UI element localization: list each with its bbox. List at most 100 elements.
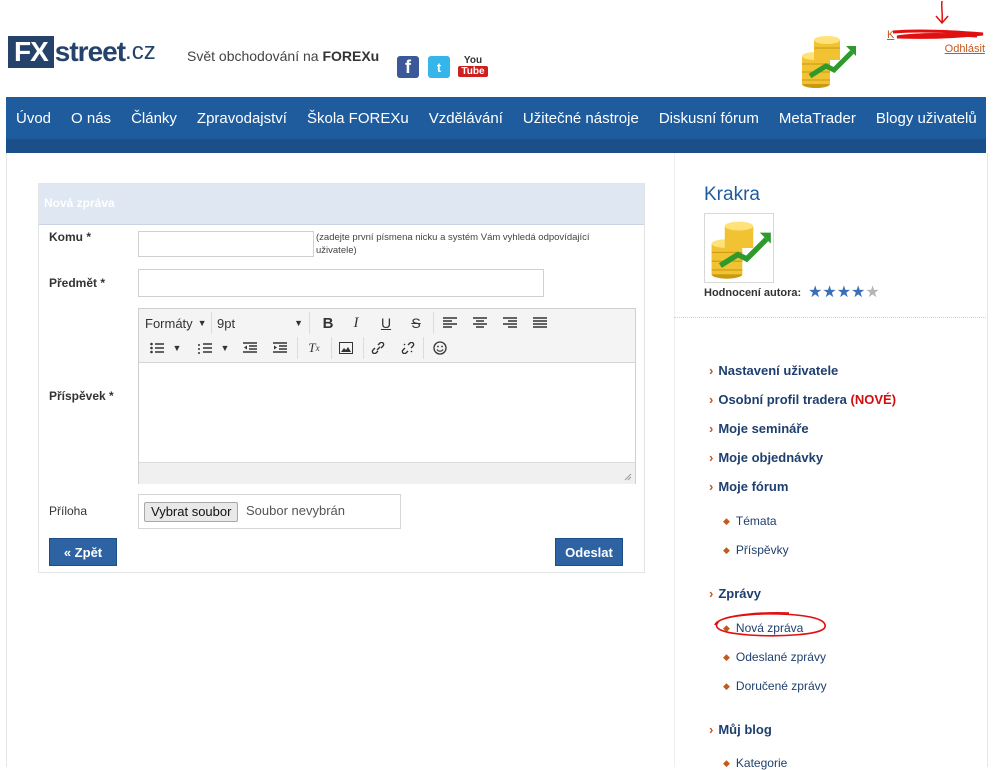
attachment-label: Příloha [49,504,88,518]
nav-item[interactable]: O nás [61,110,121,127]
toolbar-separator [309,312,310,334]
star-filled-icon: ★ [851,284,866,301]
new-message-form: Nová zpráva Komu * (zadejte první písmen… [38,183,645,573]
sidebar-item-label: Moje fórum [718,479,789,494]
sidebar-item-messages[interactable]: › Zprávy [709,586,761,601]
unlink-icon[interactable] [397,337,419,359]
sidebar-item-user-settings[interactable]: › Nastavení uživatele [709,363,838,378]
link-icon[interactable] [367,337,389,359]
outdent-icon[interactable] [239,337,261,359]
toolbar-separator [331,337,332,359]
nav-item[interactable]: Blogy uživatelů [866,110,987,127]
chevron-down-icon[interactable]: ▼ [171,337,183,359]
sidebar-item-my-blog[interactable]: › Můj blog [709,722,772,737]
toolbar-separator [433,312,434,334]
chevron-right-icon: › [709,450,714,465]
nav-item[interactable]: Vzdělávání [419,110,513,127]
editor-toolbar: Formáty ▼ 9pt ▼ B I U S ▼ ▼ Tx [139,309,635,363]
chevron-right-icon: › [709,421,714,436]
chevron-right-icon: › [709,722,714,737]
fxstreet-logo[interactable]: FX street .cz [8,36,156,68]
annotation-arrow [935,0,949,25]
clear-format-icon[interactable]: Tx [303,337,325,359]
youtube-icon[interactable]: You Tube [458,52,488,80]
font-size-dropdown[interactable]: 9pt ▼ [217,312,303,334]
emoticon-icon[interactable] [429,337,451,359]
new-badge: (NOVÉ) [850,392,897,407]
author-rating-label: Hodnocení autora: [704,287,802,299]
toolbar-separator [297,337,298,359]
nav-item[interactable]: MetaTrader [769,110,866,127]
resize-handle-icon[interactable] [624,473,632,481]
attachment-field: Vybrat soubor Soubor nevybrán [138,494,401,529]
formats-label: Formáty [145,315,193,331]
sidebar-item-orders[interactable]: › Moje objednávky [709,450,823,465]
image-icon[interactable] [335,337,357,359]
sidebar-item-forum[interactable]: › Moje fórum [709,479,788,494]
recipient-input[interactable] [138,231,314,257]
editor-body[interactable] [139,363,635,462]
sidebar-subitem-topics[interactable]: ◆ Témata [723,514,777,528]
nav-item[interactable]: Zpravodajství [187,110,297,127]
star-filled-icon: ★ [836,284,852,301]
logo-fx: FX [8,36,54,68]
toolbar-separator [363,337,364,359]
username-link[interactable]: K [887,28,985,42]
nav-item[interactable]: Úvod [6,110,61,127]
editor-statusbar [139,462,635,484]
subject-input[interactable] [138,269,544,297]
nav-item[interactable]: Užitečné nástroje [513,110,649,127]
avatar[interactable] [704,213,774,283]
sidebar-item-label: Moje objednávky [718,450,824,465]
bullet-diamond-icon: ◆ [723,681,730,691]
author-rating-stars: ★ ★ ★ ★ ★ [808,285,880,301]
user-links: K Odhlásit [887,28,985,56]
nav-strip [6,139,986,153]
back-button[interactable]: « Zpět [49,538,117,566]
nav-item[interactable]: Diskusní fórum [649,110,769,127]
sidebar-subitem-posts[interactable]: ◆ Příspěvky [723,543,789,557]
sidebar-item-seminars[interactable]: › Moje semináře [709,421,809,436]
sidebar-item-label: Zprávy [718,586,761,601]
sidebar-subitem-categories[interactable]: ◆ Kategorie [723,756,787,770]
chevron-right-icon: › [709,479,714,494]
coins-growth-icon [711,221,771,279]
nav-item[interactable]: Škola FOREXu [297,110,419,127]
sidebar-subitem-sent-messages[interactable]: ◆ Odeslané zprávy [723,650,826,664]
numbered-list-icon[interactable] [195,337,215,359]
to-label: Komu * [49,230,91,244]
toolbar-separator [423,337,424,359]
underline-button[interactable]: U [375,312,397,334]
align-right-icon[interactable] [499,312,521,334]
star-filled-icon: ★ [808,284,823,301]
strikethrough-button[interactable]: S [405,312,427,334]
align-left-icon[interactable] [439,312,461,334]
italic-button[interactable]: I [345,312,367,334]
choose-file-button[interactable]: Vybrat soubor [144,502,239,522]
site-header: FX street .cz Svět obchodování na FOREXu… [0,0,994,97]
bold-button[interactable]: B [317,312,339,334]
chevron-down-icon[interactable]: ▼ [219,337,231,359]
align-center-icon[interactable] [469,312,491,334]
sidebar-item-trader-profile[interactable]: › Osobní profil tradera (NOVÉ) [709,392,896,407]
align-justify-icon[interactable] [529,312,551,334]
facebook-icon[interactable]: f [397,56,419,78]
formats-dropdown[interactable]: Formáty ▼ [145,312,209,334]
send-button[interactable]: Odeslat [555,538,623,566]
nav-item[interactable]: Články [121,110,187,127]
logout-link[interactable]: Odhlásit [887,42,985,56]
sidebar-subitem-label: Témata [735,514,777,528]
indent-icon[interactable] [269,337,291,359]
font-size-value: 9pt [217,315,236,331]
site-tagline: Svět obchodování na FOREXu [187,48,379,64]
sidebar-item-label: Můj blog [718,722,772,737]
twitter-icon[interactable]: t [428,56,450,78]
sidebar-item-label: Osobní profil tradera [718,392,847,407]
youtube-icon-top: You [463,55,483,66]
sidebar-subitem-label: Příspěvky [735,543,789,557]
bullet-list-icon[interactable] [147,337,167,359]
sidebar-username: Krakra [704,184,760,205]
annotation-circle [714,612,826,637]
sidebar-subitem-received-messages[interactable]: ◆ Doručené zprávy [723,679,827,693]
file-status: Soubor nevybrán [246,503,346,518]
